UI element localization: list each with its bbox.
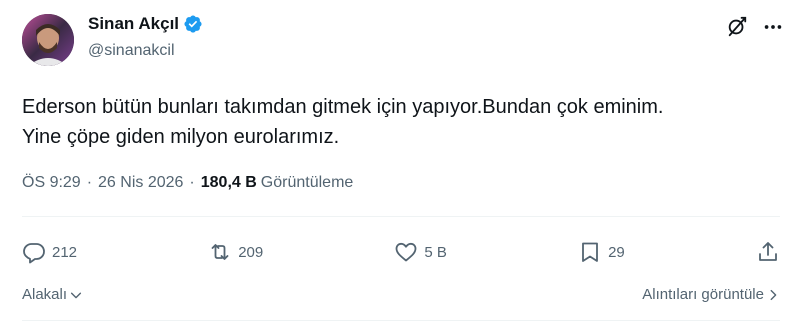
- repost-button[interactable]: 209: [208, 240, 263, 264]
- reply-controls: Alakalı Alıntıları görüntüle: [22, 286, 780, 303]
- like-count: 5 B: [424, 243, 447, 261]
- reply-icon: [23, 243, 45, 264]
- bookmark-button[interactable]: 29: [578, 240, 625, 264]
- reply-button[interactable]: 212: [22, 240, 77, 264]
- share-icon: [759, 242, 777, 261]
- divider: [22, 320, 780, 321]
- sort-dropdown[interactable]: Alakalı: [22, 286, 83, 303]
- reply-count: 212: [52, 243, 78, 261]
- author-handle[interactable]: @sinanakcil: [88, 42, 175, 60]
- meta-separator: ·: [86, 174, 93, 191]
- tweet-text: Ederson bütün bunları takımdan gitmek iç…: [22, 96, 664, 148]
- verified-badge-icon[interactable]: [183, 14, 203, 34]
- views-count: 180,4 B: [200, 174, 257, 191]
- repost-count: 209: [238, 243, 264, 261]
- author-name[interactable]: Sinan Akçıl: [88, 14, 179, 34]
- view-quotes-link[interactable]: Alıntıları görüntüle: [642, 286, 780, 303]
- chevron-right-icon: [766, 288, 780, 302]
- tweet-date[interactable]: 26 Nis 2026: [98, 174, 183, 192]
- quotes-label: Alıntıları görüntüle: [642, 286, 764, 303]
- more-icon[interactable]: [762, 16, 784, 38]
- author-name-row: Sinan Akçıl: [88, 14, 203, 34]
- share-button[interactable]: [756, 240, 780, 264]
- repost-icon: [211, 244, 229, 260]
- bookmark-icon: [582, 242, 598, 262]
- views-label: Görüntüleme: [260, 174, 354, 191]
- avatar-image: [22, 14, 74, 66]
- tweet-meta: ÖS 9:29 · 26 Nis 2026 · 180,4 B Görüntül…: [22, 174, 353, 192]
- chevron-down-icon: [69, 288, 83, 302]
- grok-icon[interactable]: [726, 16, 748, 38]
- heart-icon: [396, 242, 417, 262]
- tweet-header-actions: [726, 16, 784, 38]
- tweet-time[interactable]: ÖS 9:29: [22, 174, 81, 192]
- avatar[interactable]: [22, 14, 74, 66]
- action-bar: 212 209 5 B 29: [22, 234, 780, 270]
- divider: [22, 216, 780, 217]
- like-button[interactable]: 5 B: [394, 240, 447, 264]
- sort-label: Alakalı: [22, 286, 68, 303]
- meta-separator: ·: [189, 174, 195, 191]
- bookmark-count: 29: [608, 243, 625, 261]
